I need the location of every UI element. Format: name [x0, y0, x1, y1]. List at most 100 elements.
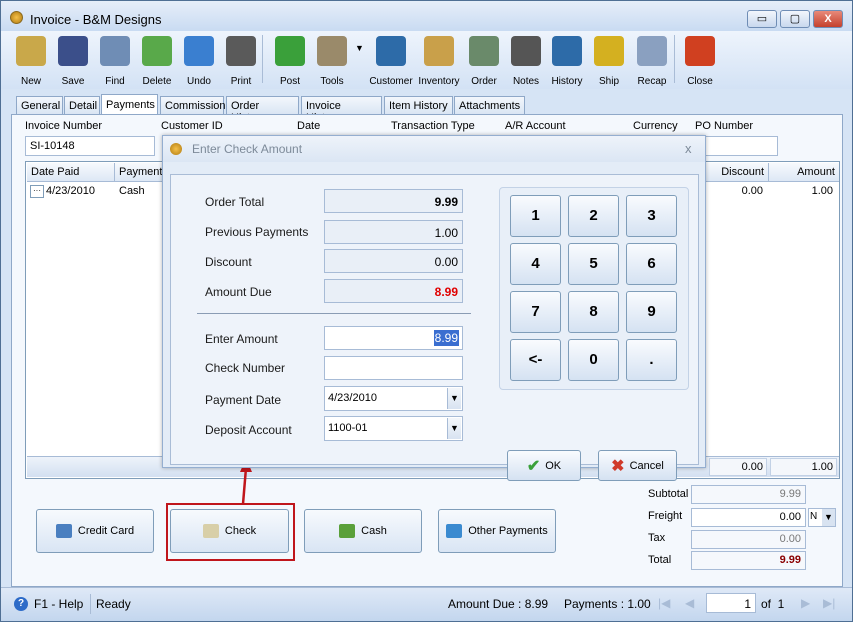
toolbar-label: Order	[471, 76, 497, 87]
amount-due-field: 8.99	[324, 279, 463, 303]
other-payments-button[interactable]: Other Payments	[438, 509, 556, 553]
credit-card-label: Credit Card	[77, 525, 135, 537]
cash-icon	[339, 524, 356, 538]
keypad-key[interactable]: 0	[568, 339, 619, 381]
column-header-date-paid[interactable]: Date Paid	[27, 163, 115, 182]
toolbar-order-button[interactable]: Order	[462, 33, 506, 87]
delete-icon	[142, 36, 172, 66]
first-page-button[interactable]: |◀	[658, 596, 670, 610]
toolbar-close-button[interactable]: Close	[678, 33, 722, 87]
toolbar-separator	[674, 35, 675, 83]
keypad-key[interactable]: 7	[510, 291, 561, 333]
toolbar-label: Customer	[369, 76, 413, 87]
ship-icon	[594, 36, 624, 66]
prev-page-button[interactable]: ◀	[685, 596, 694, 610]
toolbar-find-button[interactable]: Find	[93, 33, 137, 87]
freight-option-select[interactable]: N ▼	[808, 508, 836, 527]
tools-dropdown-icon[interactable]: ▼	[355, 43, 364, 53]
tab-item-history[interactable]: Item History	[384, 96, 453, 115]
toolbar-notes-button[interactable]: Notes	[504, 33, 548, 87]
customer-id-label: Customer ID	[161, 120, 223, 132]
next-page-button[interactable]: ▶	[801, 596, 810, 610]
check-number-input[interactable]	[324, 356, 463, 380]
toolbar-new-button[interactable]: New	[9, 33, 53, 87]
tools-icon	[317, 36, 347, 66]
last-page-button[interactable]: ▶|	[823, 596, 835, 610]
column-header-amount[interactable]: Amount	[769, 163, 839, 182]
keypad-key[interactable]: 8	[568, 291, 619, 333]
enter-amount-input[interactable]: 8.99	[324, 326, 463, 350]
keypad-key[interactable]: 2	[568, 195, 619, 237]
toolbar-label: History	[551, 76, 583, 87]
toolbar-delete-button[interactable]: Delete	[135, 33, 179, 87]
enter-check-amount-dialog: Enter Check Amount x Order Total 9.99 Pr…	[162, 135, 706, 481]
credit-card-button[interactable]: Credit Card	[36, 509, 154, 553]
toolbar-customer-button[interactable]: Customer	[369, 33, 413, 87]
keypad-key[interactable]: 6	[626, 243, 677, 285]
invoice-number-input[interactable]: SI-10148	[25, 136, 155, 156]
payment-date-picker[interactable]: 4/23/2010 ▼	[324, 386, 463, 411]
print-icon	[226, 36, 256, 66]
cash-label: Cash	[361, 525, 387, 537]
notes-icon	[511, 36, 541, 66]
column-header-discount[interactable]: Discount	[706, 163, 769, 182]
ok-label: OK	[545, 459, 562, 472]
cancel-x-icon: ✖	[611, 457, 625, 475]
close-window-button[interactable]: X	[813, 10, 843, 28]
tab-attachments[interactable]: Attachments	[454, 96, 525, 115]
tab-order-history[interactable]: Order History	[226, 96, 299, 124]
amount-due-label: Amount Due	[205, 285, 272, 299]
toolbar-label: Notes	[512, 76, 540, 87]
toolbar-inventory-button[interactable]: Inventory	[417, 33, 461, 87]
toolbar-post-button[interactable]: Post	[268, 33, 312, 87]
tab-invoice-history[interactable]: Invoice History	[301, 96, 382, 124]
ar-account-label: A/R Account	[505, 120, 566, 132]
po-number-label: PO Number	[695, 120, 754, 132]
freight-input[interactable]: 0.00	[691, 508, 806, 527]
cancel-button[interactable]: ✖ Cancel	[598, 450, 677, 481]
tab-commission[interactable]: Commission	[160, 96, 226, 115]
keypad-key[interactable]: 4	[510, 243, 561, 285]
tab-general[interactable]: General	[16, 96, 63, 115]
toolbar-recap-button[interactable]: Recap	[630, 33, 674, 87]
keypad-key[interactable]: 9	[626, 291, 677, 333]
recap-icon	[637, 36, 667, 66]
maximize-button[interactable]: ▢	[780, 10, 810, 28]
dialog-close-button[interactable]: x	[685, 141, 692, 156]
chevron-down-icon[interactable]: ▼	[447, 418, 461, 439]
subtotal-field: 9.99	[691, 485, 806, 504]
invoice-window: Invoice - B&M Designs ▭ ▢ X New Save Find D…	[0, 0, 853, 622]
toolbar-ship-button[interactable]: Ship	[587, 33, 631, 87]
deposit-account-label: Deposit Account	[205, 423, 292, 437]
toolbar-print-button[interactable]: Print	[219, 33, 263, 87]
undo-icon	[184, 36, 214, 66]
toolbar-history-button[interactable]: History	[545, 33, 589, 87]
cell-payment: Cash	[119, 185, 145, 197]
cell-date-paid: 4/23/2010	[46, 185, 95, 197]
tab-payments[interactable]: Payments	[101, 94, 158, 115]
deposit-account-select[interactable]: 1100-01 ▼	[324, 416, 463, 441]
ok-button[interactable]: ✔ OK	[507, 450, 581, 481]
order-total-field: 9.99	[324, 189, 463, 213]
tab-detail[interactable]: Detail	[64, 96, 100, 115]
chevron-down-icon[interactable]: ▼	[447, 388, 461, 409]
cash-button[interactable]: Cash	[304, 509, 422, 553]
keypad-key[interactable]: .	[626, 339, 677, 381]
help-link[interactable]: F1 - Help	[34, 597, 83, 611]
enter-amount-label: Enter Amount	[205, 332, 278, 346]
toolbar-save-button[interactable]: Save	[51, 33, 95, 87]
keypad-key[interactable]: <-	[510, 339, 561, 381]
keypad-key[interactable]: 5	[568, 243, 619, 285]
toolbar-label: Save	[61, 76, 85, 87]
minimize-button[interactable]: ▭	[747, 10, 777, 28]
cancel-label: Cancel	[629, 459, 664, 472]
row-edit-button[interactable]: ···	[30, 185, 44, 198]
toolbar-tools-button[interactable]: Tools	[310, 33, 354, 87]
keypad-key[interactable]: 1	[510, 195, 561, 237]
credit-card-icon	[55, 524, 72, 538]
toolbar-undo-button[interactable]: Undo	[177, 33, 221, 87]
page-input[interactable]: 1	[706, 593, 756, 613]
status-text: Ready	[96, 597, 131, 611]
po-number-input[interactable]	[701, 136, 778, 156]
keypad-key[interactable]: 3	[626, 195, 677, 237]
